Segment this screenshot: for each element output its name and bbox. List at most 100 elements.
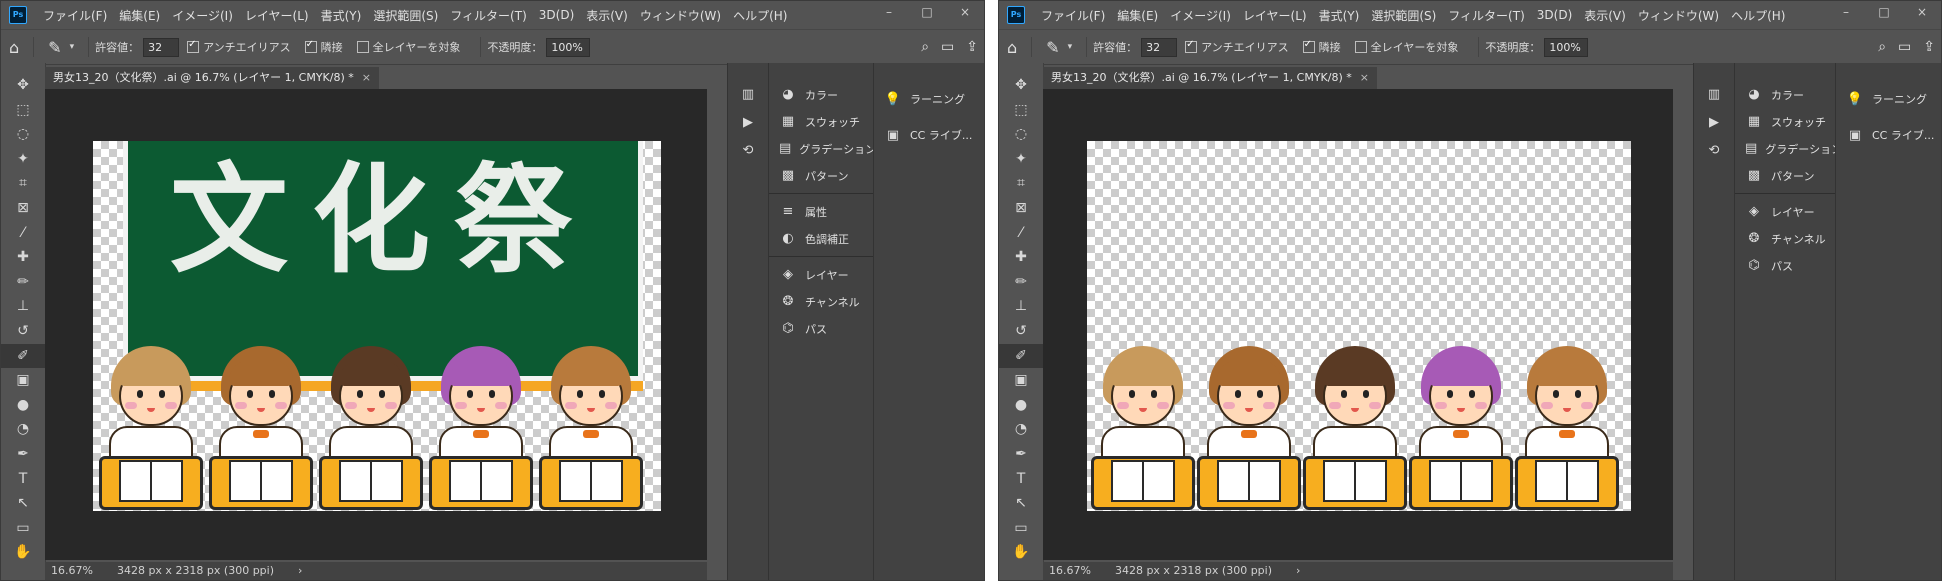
search-icon[interactable]: ⌕ <box>921 39 929 55</box>
panel-channels[interactable]: ❂ チャンネル <box>769 288 873 315</box>
menu-edit[interactable]: 編集(E) <box>1111 7 1164 24</box>
move-tool-icon[interactable]: ✥ <box>999 73 1043 98</box>
panel-channels[interactable]: ❂ チャンネル <box>1735 225 1835 252</box>
antialias-checkbox[interactable]: アンチエイリアス <box>187 39 295 55</box>
panel-color[interactable]: ◕ カラー <box>1735 81 1835 108</box>
all-layers-checkbox[interactable]: 全レイヤーを対象 <box>1354 39 1463 55</box>
menu-3d[interactable]: 3D(D) <box>533 8 580 22</box>
type-tool-icon[interactable]: T <box>999 467 1043 492</box>
document-tab[interactable]: 男女13_20（文化祭）.ai @ 16.7% (レイヤー 1, CMYK/8)… <box>1043 67 1377 89</box>
panel-pattern[interactable]: ▩ パターン <box>1735 162 1835 189</box>
document-tab[interactable]: 男女13_20（文化祭）.ai @ 16.7% (レイヤー 1, CMYK/8)… <box>45 67 379 89</box>
eraser-tool-icon[interactable]: ✐ <box>1 343 45 369</box>
menu-help[interactable]: ヘルプ(H) <box>727 7 793 24</box>
marquee-tool-icon[interactable]: ⬚ <box>1 98 45 123</box>
chevron-down-icon[interactable]: ▾ <box>70 42 75 52</box>
panel-cc-libraries[interactable]: ▣ CC ライブ... <box>1836 117 1941 153</box>
menu-file[interactable]: ファイル(F) <box>1035 7 1111 24</box>
history-brush-tool-icon[interactable]: ↺ <box>999 319 1043 344</box>
path-selection-tool-icon[interactable]: ↖ <box>1 491 45 516</box>
histogram-icon[interactable]: ▥ <box>728 81 768 109</box>
status-menu-arrow[interactable]: › <box>298 562 302 580</box>
frame-tool-icon[interactable]: ⊠ <box>999 196 1043 221</box>
panel-swatches[interactable]: ▦ スウォッチ <box>769 108 873 135</box>
dodge-tool-icon[interactable]: ◔ <box>999 417 1043 442</box>
rectangle-tool-icon[interactable]: ▭ <box>999 516 1043 541</box>
canvas-area[interactable]: 文化祭 <box>45 89 707 560</box>
dodge-tool-icon[interactable]: ◔ <box>1 417 45 442</box>
panel-paths[interactable]: ⌬ パス <box>1735 252 1835 279</box>
move-tool-icon[interactable]: ✥ <box>1 73 45 98</box>
menu-image[interactable]: イメージ(I) <box>166 7 239 24</box>
contiguous-checkbox[interactable]: 隣接 <box>1302 39 1345 55</box>
hand-tool-icon[interactable]: ✋ <box>1 540 45 565</box>
magic-eraser-tool-icon[interactable]: ✎ <box>1046 38 1059 57</box>
opacity-input[interactable]: 100% <box>1544 37 1589 57</box>
status-menu-arrow[interactable]: › <box>1296 562 1300 580</box>
histogram-icon[interactable]: ▥ <box>1694 81 1734 109</box>
chevron-down-icon[interactable]: ▾ <box>1068 42 1073 52</box>
menu-file[interactable]: ファイル(F) <box>37 7 113 24</box>
close-button[interactable]: × <box>946 1 984 25</box>
panel-gradient[interactable]: ▤ グラデーション <box>1735 135 1842 162</box>
marquee-tool-icon[interactable]: ⬚ <box>999 98 1043 123</box>
blur-tool-icon[interactable]: ● <box>1 393 45 418</box>
lasso-tool-icon[interactable]: ◌ <box>1 122 45 147</box>
healing-brush-tool-icon[interactable]: ✚ <box>999 245 1043 270</box>
document-canvas[interactable]: 文化祭 <box>93 141 661 511</box>
panel-learn[interactable]: 💡 ラーニング <box>1836 81 1941 117</box>
magic-eraser-tool-icon[interactable]: ✎ <box>48 38 61 57</box>
crop-tool-icon[interactable]: ⌗ <box>999 171 1043 196</box>
eraser-tool-icon[interactable]: ✐ <box>999 343 1043 369</box>
close-tab-icon[interactable]: × <box>362 71 371 84</box>
canvas-area[interactable] <box>1043 89 1673 560</box>
search-icon[interactable]: ⌕ <box>1878 39 1886 55</box>
panel-adjustments[interactable]: ◐ 色調補正 <box>769 225 873 252</box>
antialias-checkbox[interactable]: アンチエイリアス <box>1185 39 1293 55</box>
menu-layer[interactable]: レイヤー(L) <box>239 7 315 24</box>
crop-tool-icon[interactable]: ⌗ <box>1 171 45 196</box>
document-canvas[interactable] <box>1087 141 1631 511</box>
tolerance-input[interactable]: 32 <box>1141 37 1178 57</box>
actions-play-icon[interactable]: ▶ <box>1694 109 1734 137</box>
home-icon[interactable]: ⌂ <box>9 38 19 57</box>
path-selection-tool-icon[interactable]: ↖ <box>999 491 1043 516</box>
stamp-tool-icon[interactable]: ⊥ <box>999 294 1043 319</box>
zoom-level[interactable]: 16.67% <box>1049 562 1091 580</box>
close-button[interactable]: × <box>1903 1 1941 25</box>
pen-tool-icon[interactable]: ✒ <box>999 442 1043 467</box>
panel-swatches[interactable]: ▦ スウォッチ <box>1735 108 1835 135</box>
panel-color[interactable]: ◕ カラー <box>769 81 873 108</box>
healing-brush-tool-icon[interactable]: ✚ <box>1 245 45 270</box>
share-icon[interactable]: ⇪ <box>1923 39 1935 55</box>
panel-properties[interactable]: ≡ 属性 <box>769 198 873 225</box>
history-brush-tool-icon[interactable]: ↺ <box>1 319 45 344</box>
tolerance-input[interactable]: 32 <box>143 37 180 57</box>
minimize-button[interactable]: – <box>1827 1 1865 25</box>
workspace-icon[interactable]: ▭ <box>941 39 954 55</box>
menu-select[interactable]: 選択範囲(S) <box>367 7 444 24</box>
rectangle-tool-icon[interactable]: ▭ <box>1 516 45 541</box>
maximize-button[interactable]: □ <box>1865 1 1903 25</box>
stamp-tool-icon[interactable]: ⊥ <box>1 294 45 319</box>
menu-view[interactable]: 表示(V) <box>1578 7 1632 24</box>
all-layers-checkbox[interactable]: 全レイヤーを対象 <box>356 39 465 55</box>
contiguous-checkbox[interactable]: 隣接 <box>304 39 347 55</box>
actions-play-icon[interactable]: ▶ <box>728 109 768 137</box>
panel-layers[interactable]: ◈ レイヤー <box>769 261 873 288</box>
panel-pattern[interactable]: ▩ パターン <box>769 162 873 189</box>
brush-tool-icon[interactable]: ✏ <box>999 270 1043 295</box>
home-icon[interactable]: ⌂ <box>1007 38 1017 57</box>
eyedropper-tool-icon[interactable]: ⁄ <box>1 221 45 246</box>
menu-type[interactable]: 書式(Y) <box>1313 7 1366 24</box>
panel-cc-libraries[interactable]: ▣ CC ライブ... <box>874 117 984 153</box>
menu-window[interactable]: ウィンドウ(W) <box>634 7 727 24</box>
frame-tool-icon[interactable]: ⊠ <box>1 196 45 221</box>
magic-wand-tool-icon[interactable]: ✦ <box>999 147 1043 172</box>
zoom-level[interactable]: 16.67% <box>51 562 93 580</box>
type-tool-icon[interactable]: T <box>1 467 45 492</box>
gradient-tool-icon[interactable]: ▣ <box>999 368 1043 393</box>
hand-tool-icon[interactable]: ✋ <box>999 540 1043 565</box>
panel-gradient[interactable]: ▤ グラデーション <box>769 135 876 162</box>
history-icon[interactable]: ⟲ <box>1694 137 1734 165</box>
